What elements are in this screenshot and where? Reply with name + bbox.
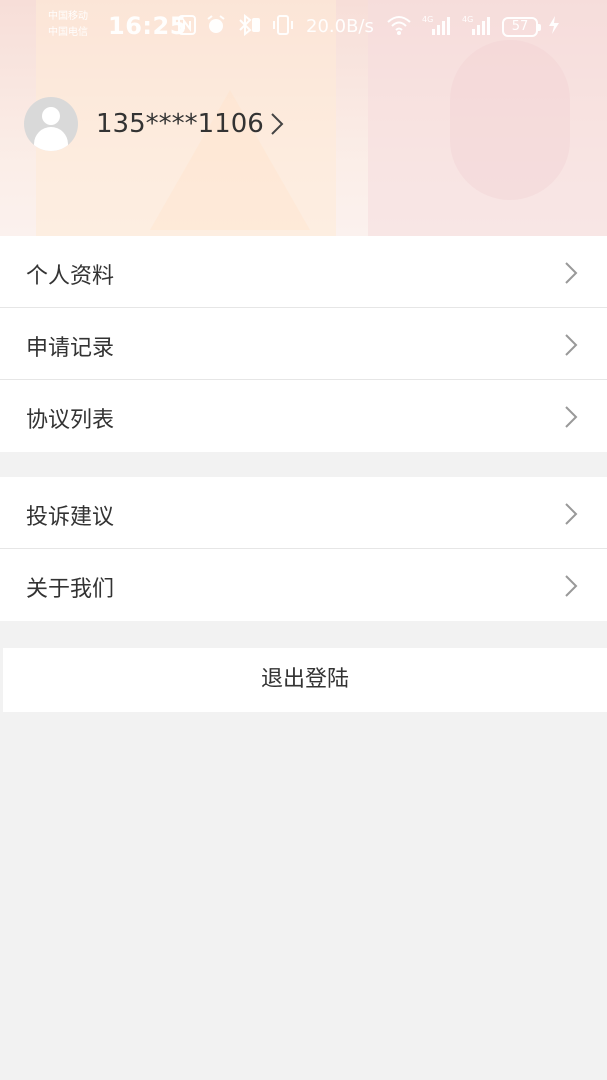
user-phone[interactable]: 135****1106 <box>96 109 264 139</box>
menu-item-feedback[interactable]: 投诉建议 <box>0 477 607 549</box>
header-decoration <box>450 40 570 200</box>
carrier-labels: 中国移动 中国电信 <box>48 9 88 41</box>
signal-4g-icon: 4G <box>462 13 492 41</box>
chevron-right-icon <box>270 111 288 137</box>
status-bar: 中国移动 中国电信 16:25 20.0B/s 4G 4G 57 <box>0 0 607 56</box>
battery-level: 57 <box>511 19 529 34</box>
nfc-icon <box>178 15 196 39</box>
svg-text:4G: 4G <box>422 15 433 24</box>
logout-button[interactable]: 退出登陆 <box>3 648 607 712</box>
network-speed: 20.0B/s <box>306 16 374 37</box>
chevron-right-icon <box>563 260 579 286</box>
chevron-right-icon <box>563 404 579 430</box>
avatar[interactable] <box>24 97 78 151</box>
vibrate-icon <box>272 14 294 40</box>
menu-item-label: 关于我们 <box>26 577 115 602</box>
profile-header: 中国移动 中国电信 16:25 20.0B/s 4G 4G 57 135****… <box>0 0 607 236</box>
bluetooth-icon <box>236 13 262 40</box>
status-time: 16:25 <box>108 12 187 40</box>
charging-icon <box>548 15 560 39</box>
status-icons <box>178 13 294 40</box>
menu-item-application-records[interactable]: 申请记录 <box>0 308 607 380</box>
menu-group-support: 投诉建议 关于我们 <box>0 477 607 621</box>
battery-icon: 57 <box>502 17 541 37</box>
carrier-1: 中国移动 <box>48 11 88 22</box>
wifi-icon <box>386 14 412 40</box>
menu-item-agreement-list[interactable]: 协议列表 <box>0 380 607 452</box>
connectivity-icons: 4G 4G 57 <box>386 12 560 42</box>
avatar-body <box>34 127 68 151</box>
signal-4g-icon: 4G <box>422 13 452 41</box>
profile-entry[interactable]: 135****1106 <box>24 96 288 152</box>
chevron-right-icon <box>563 332 579 358</box>
logout-label: 退出登陆 <box>260 667 349 692</box>
menu-group-account: 个人资料 申请记录 协议列表 <box>0 236 607 452</box>
menu-item-about-us[interactable]: 关于我们 <box>0 549 607 621</box>
chevron-right-icon <box>563 501 579 527</box>
menu-item-label: 申请记录 <box>26 336 115 361</box>
menu-item-label: 个人资料 <box>26 264 115 289</box>
chevron-right-icon <box>563 573 579 599</box>
carrier-2: 中国电信 <box>48 27 88 38</box>
menu-item-label: 协议列表 <box>26 408 115 433</box>
avatar-head <box>42 107 60 125</box>
alarm-icon <box>206 15 226 39</box>
menu-item-personal-info[interactable]: 个人资料 <box>0 236 607 308</box>
menu-item-label: 投诉建议 <box>26 505 115 530</box>
svg-text:4G: 4G <box>462 15 473 24</box>
